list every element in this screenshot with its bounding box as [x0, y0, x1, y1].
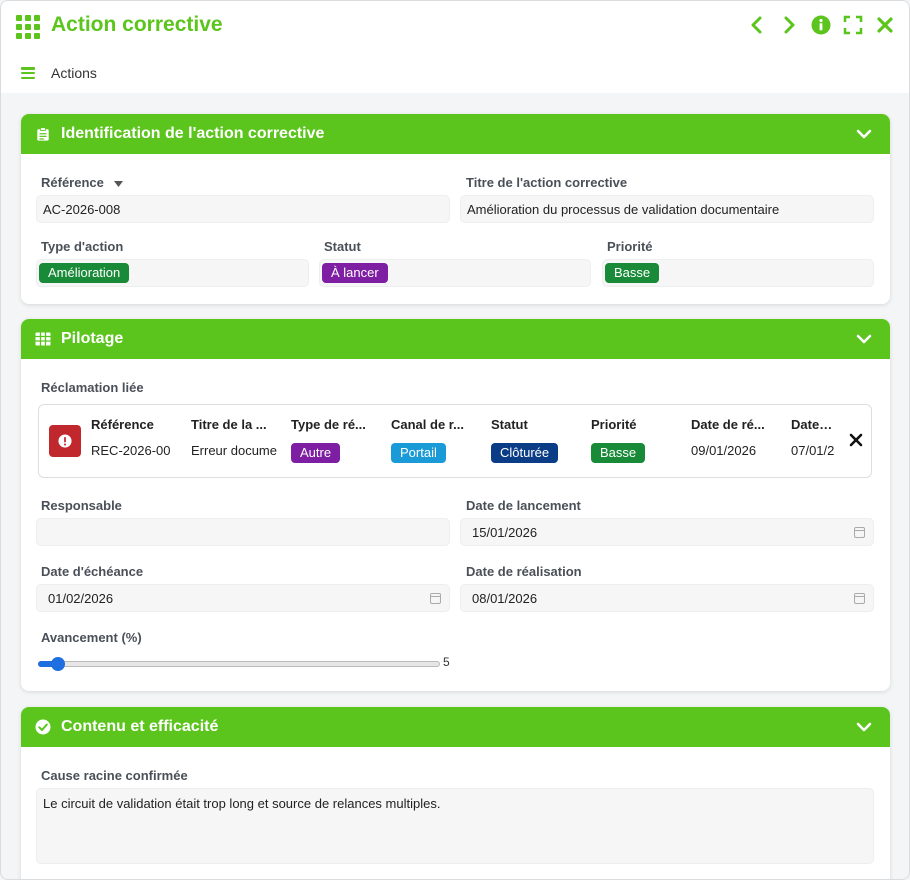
date-echeance-label: Date d'échéance	[41, 564, 144, 579]
table-cell: Portail	[391, 443, 479, 463]
slider-track[interactable]	[38, 661, 440, 667]
pilotage-header[interactable]: Pilotage	[21, 319, 890, 359]
avancement-slider[interactable]	[38, 657, 440, 671]
titre-label: Titre de l'action corrective	[466, 175, 628, 190]
pilotage-card: Pilotage Réclamation liée Référence REC-…	[21, 319, 890, 691]
chevron-down-icon[interactable]	[856, 331, 872, 347]
reclamation-table[interactable]: Référence REC-2026-00 Titre de la ... Er…	[38, 404, 872, 478]
hamburger-icon[interactable]	[21, 67, 35, 79]
date-realisation-field[interactable]: 08/01/2026	[460, 584, 874, 612]
type-badge: Autre	[291, 443, 341, 463]
date-lancement-label: Date de lancement	[466, 498, 581, 513]
canal-badge: Portail	[391, 443, 446, 463]
table-col-reference: Référence REC-2026-00	[91, 417, 179, 463]
priorite-badge: Basse	[605, 263, 660, 283]
table-header: Référence	[91, 417, 154, 432]
slider-thumb[interactable]	[51, 657, 65, 671]
table-col-canal: Canal de r... Portail	[391, 417, 479, 463]
table-header: Date de	[791, 417, 835, 432]
responsable-field[interactable]	[36, 518, 450, 546]
titre-field[interactable]: Amélioration du processus de validation …	[460, 195, 874, 223]
actions-menu-label: Actions	[51, 65, 97, 81]
table-col-priorite: Priorité Basse	[591, 417, 679, 463]
table-header: Type de ré...	[291, 417, 366, 432]
identification-title: Identification de l'action corrective	[61, 125, 325, 142]
table-col-statut: Statut Clôturée	[491, 417, 579, 463]
date-realisation-label: Date de réalisation	[466, 564, 582, 579]
date-echeance-field[interactable]: 01/02/2026	[36, 584, 450, 612]
alert-icon	[49, 425, 81, 457]
responsable-label: Responsable	[41, 498, 122, 513]
reference-label-text: Référence	[41, 175, 104, 190]
type-action-field[interactable]: Amélioration	[36, 259, 309, 287]
date-realisation-value: 08/01/2026	[472, 590, 538, 606]
table-cell: Basse	[591, 443, 679, 463]
avancement-value: 5	[443, 655, 450, 669]
chevron-down-icon[interactable]	[856, 719, 872, 735]
contenu-title: Contenu et efficacité	[61, 718, 219, 735]
caret-down-icon[interactable]	[113, 180, 123, 187]
table-cell: Clôturée	[491, 443, 579, 463]
table-col-date1: Date de ré... 09/01/2026	[691, 417, 779, 463]
info-icon[interactable]	[811, 13, 831, 37]
statut-badge: À lancer	[322, 263, 388, 283]
table-cell: REC-2026-00	[91, 443, 171, 458]
close-icon[interactable]	[875, 13, 895, 37]
priorite-badge: Basse	[591, 443, 646, 463]
pilotage-title: Pilotage	[61, 330, 124, 347]
statut-badge: Clôturée	[491, 443, 559, 463]
next-icon[interactable]	[779, 13, 799, 37]
table-cell: Erreur docume	[191, 443, 277, 458]
identification-header[interactable]: Identification de l'action corrective	[21, 114, 890, 154]
check-circle-icon	[35, 719, 51, 735]
calendar-icon[interactable]	[430, 593, 441, 604]
table-header: Date de ré...	[691, 417, 765, 432]
table-col-titre: Titre de la ... Erreur docume	[191, 417, 279, 463]
actions-menu[interactable]: Actions	[21, 65, 97, 81]
cause-label: Cause racine confirmée	[41, 768, 188, 783]
priorite-label: Priorité	[607, 239, 653, 254]
window-tools	[747, 13, 895, 37]
top-bar: Action corrective Actions	[1, 1, 909, 93]
clipboard-icon	[35, 126, 51, 142]
date-lancement-value: 15/01/2026	[472, 524, 538, 540]
cause-textarea[interactable]: Le circuit de validation était trop long…	[36, 788, 874, 864]
table-header: Canal de r...	[391, 417, 464, 432]
reclamation-label: Réclamation liée	[41, 380, 144, 395]
type-action-badge: Amélioration	[39, 263, 130, 283]
table-icon	[35, 331, 51, 347]
table-cell: 07/01/2	[791, 443, 835, 458]
page-title: Action corrective	[51, 13, 223, 36]
previous-icon[interactable]	[747, 13, 767, 37]
reference-field[interactable]: AC-2026-008	[36, 195, 450, 223]
chevron-down-icon[interactable]	[856, 126, 872, 142]
remove-link-icon[interactable]	[849, 433, 863, 447]
table-header: Titre de la ...	[191, 417, 267, 432]
type-action-label: Type d'action	[41, 239, 124, 254]
statut-field[interactable]: À lancer	[319, 259, 591, 287]
priorite-field[interactable]: Basse	[602, 259, 874, 287]
identification-card: Identification de l'action corrective Ré…	[21, 114, 890, 304]
calendar-icon[interactable]	[854, 593, 865, 604]
date-echeance-value: 01/02/2026	[48, 590, 114, 606]
table-header: Priorité	[591, 417, 637, 432]
table-header: Statut	[491, 417, 528, 432]
date-lancement-field[interactable]: 15/01/2026	[460, 518, 874, 546]
table-cell: 09/01/2026	[691, 443, 757, 458]
table-col-type: Type de ré... Autre	[291, 417, 379, 463]
table-col-date2: Date de 07/01/2	[791, 417, 835, 463]
app-grid-icon[interactable]	[16, 15, 40, 39]
reference-label[interactable]: Référence	[41, 175, 123, 190]
contenu-card: Contenu et efficacité Cause racine confi…	[21, 707, 890, 879]
avancement-label: Avancement (%)	[41, 630, 142, 645]
calendar-icon[interactable]	[854, 527, 865, 538]
contenu-header[interactable]: Contenu et efficacité	[21, 707, 890, 747]
statut-label: Statut	[324, 239, 361, 254]
table-cell: Autre	[291, 443, 379, 463]
window: Action corrective Actions Identification…	[0, 0, 910, 880]
fullscreen-icon[interactable]	[843, 13, 863, 37]
